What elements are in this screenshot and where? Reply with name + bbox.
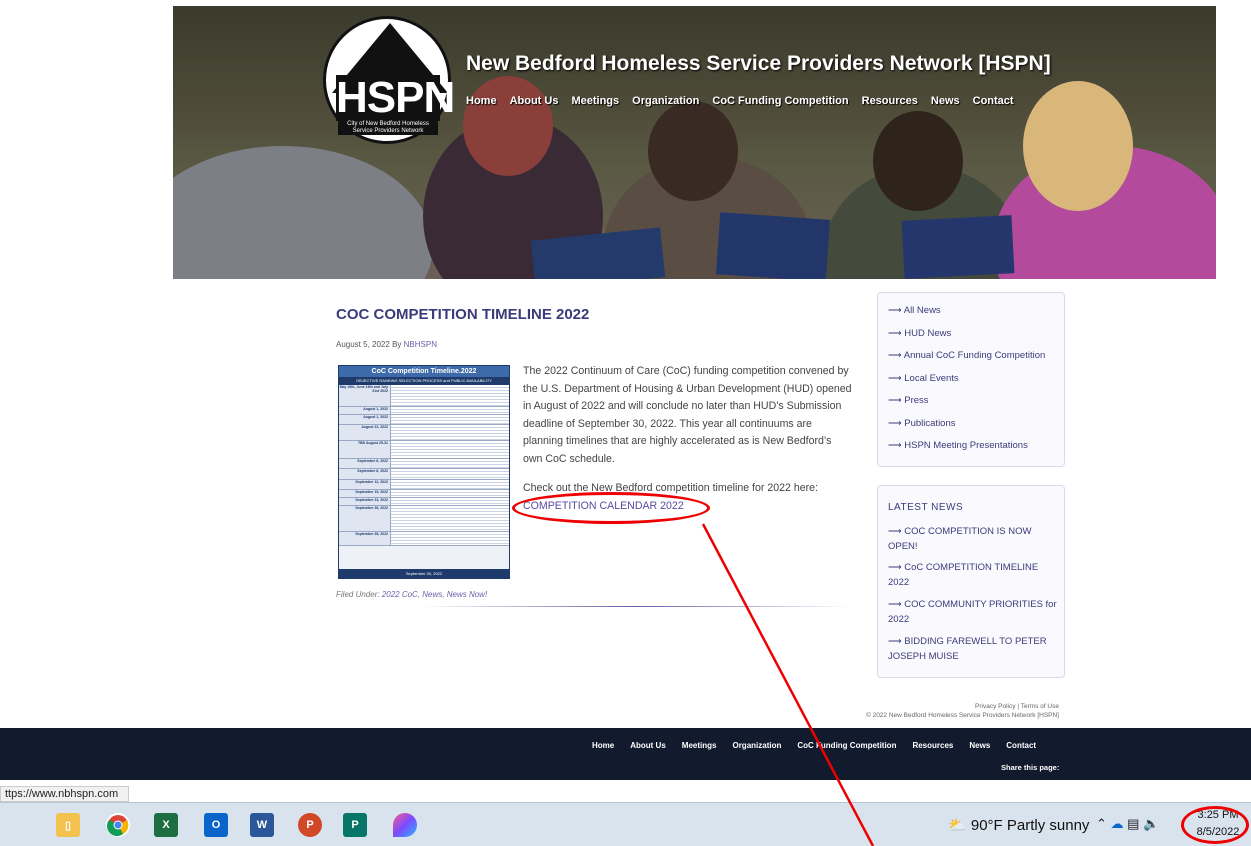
annotation-arrow-line (701, 523, 875, 846)
